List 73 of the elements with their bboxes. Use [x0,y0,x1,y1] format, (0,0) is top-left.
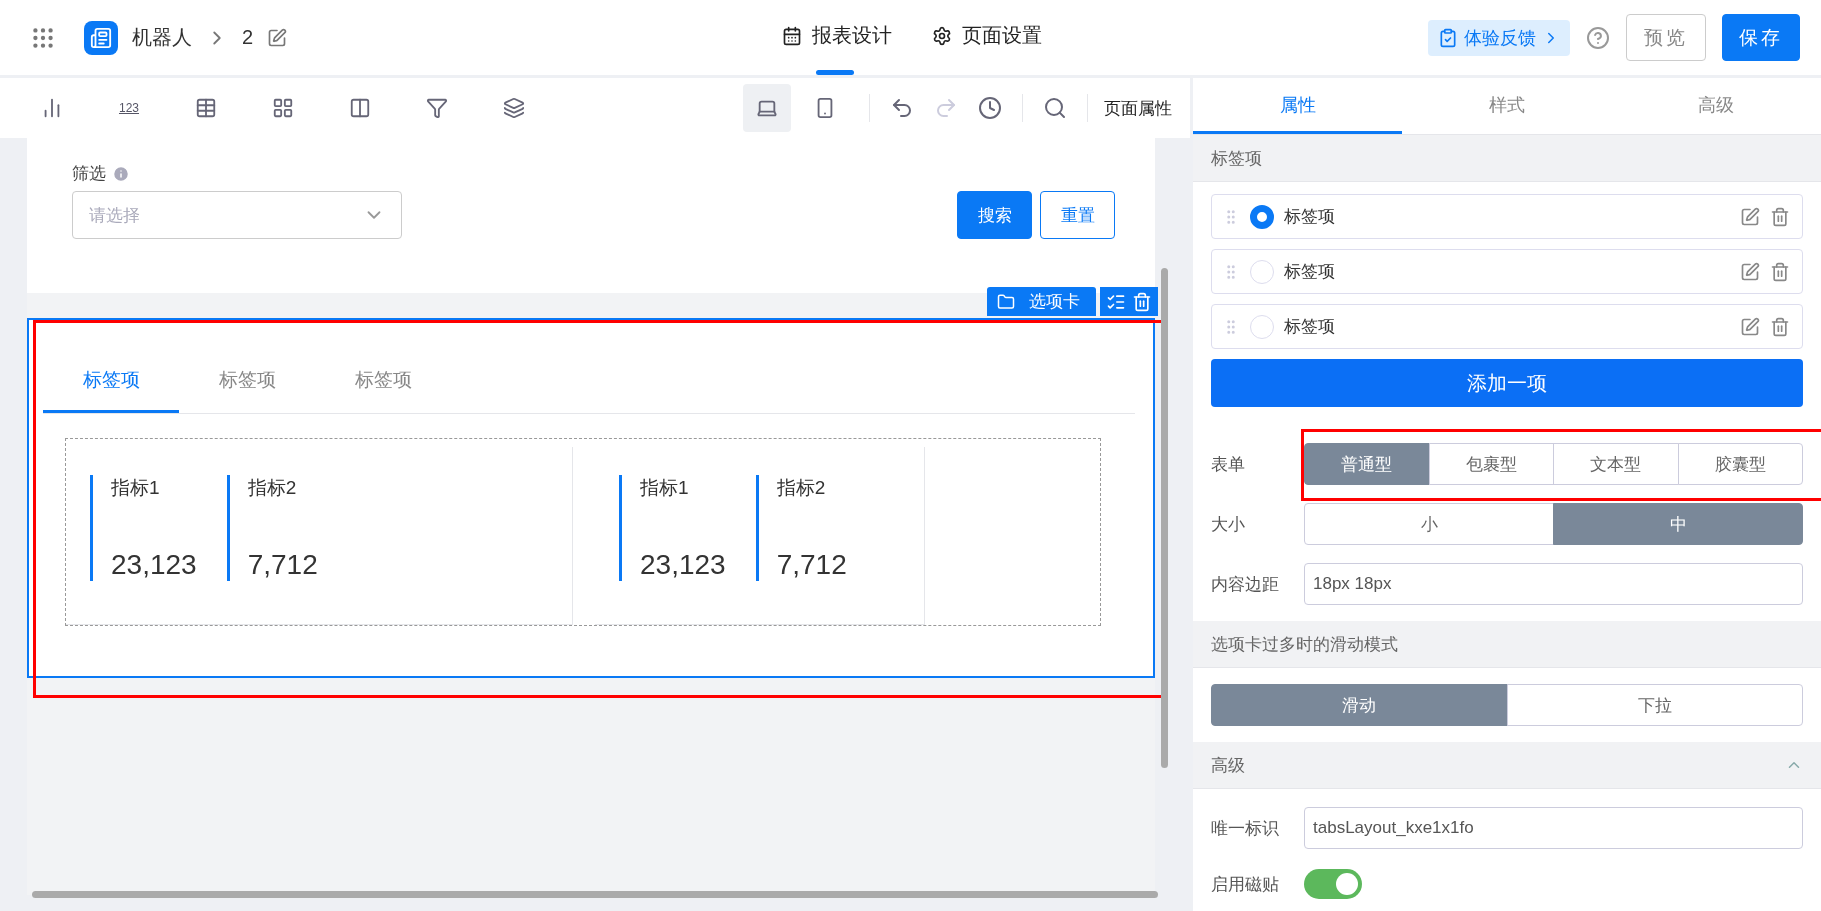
metric-value: 7,712 [247,549,318,581]
section-header: 选项卡过多时的滑动模式 [1193,621,1821,668]
laptop-icon[interactable] [743,84,791,132]
panel-tab[interactable]: 高级 [1611,78,1821,134]
segment-option[interactable]: 下拉 [1506,684,1803,726]
page-name: 2 [242,26,254,49]
calendar-icon [782,25,802,46]
vertical-scrollbar[interactable] [1161,268,1168,768]
tab[interactable]: 标签项 [315,350,451,413]
segment-option[interactable]: 滑动 [1211,684,1508,726]
edit-icon[interactable] [1740,206,1760,227]
help-icon[interactable] [1586,25,1610,50]
field-label: 内容边距 [1211,573,1280,596]
segment-option[interactable]: 中 [1553,503,1803,545]
delete-icon[interactable] [1770,206,1790,227]
panel-tab[interactable]: 样式 [1402,78,1612,134]
tab-item-row[interactable]: 标签项 [1211,249,1803,294]
metric-label: 指标1 [640,476,690,500]
tab-item-label: 标签项 [1284,206,1336,228]
metric-label: 指标2 [247,476,298,500]
text-field[interactable]: tabsLayout_kxe1x1fo [1304,807,1803,849]
section-header: 标签项 [1193,135,1821,182]
app-name[interactable]: 机器人 [132,24,192,51]
field-label: 启用磁贴 [1211,873,1280,896]
delete-icon[interactable] [1770,261,1790,282]
tab-icon [997,292,1015,311]
settings-icon [932,25,952,46]
toggle-switch[interactable] [1304,869,1362,899]
section-title: 高级 [1211,754,1245,777]
section-header[interactable]: 高级 [1193,742,1821,789]
tabs-component[interactable]: 标签项 标签项 标签项 指标1 23,123 指标2 7,712 指标1 23,123 指标2 7,712 [27,318,1155,678]
metric-label: 指标2 [776,476,827,500]
edit-icon[interactable] [1740,316,1760,337]
delete-icon[interactable] [1132,291,1152,312]
number-widget-icon[interactable]: 123 [105,84,153,132]
edit-icon[interactable] [1740,261,1760,282]
segment-option[interactable]: 小 [1304,503,1554,545]
field-label: 表单 [1211,453,1246,476]
radio-button[interactable] [1250,204,1274,229]
tab[interactable]: 标签项 [43,350,179,413]
feedback-button[interactable]: 体验反馈 [1428,19,1570,56]
tab-item-label: 标签项 [1284,316,1336,338]
field-label: 大小 [1211,513,1246,536]
reset-button[interactable]: 重置 [1040,191,1115,239]
metric-value: 23,123 [111,549,197,581]
segment-option[interactable]: 包裹型 [1428,443,1554,485]
save-button[interactable]: 保存 [1722,14,1800,61]
top-tab[interactable]: 报表设计 [782,0,892,75]
search-button[interactable]: 搜索 [957,191,1032,239]
add-item-button[interactable]: 添加一项 [1211,359,1803,407]
metric-label: 指标1 [111,476,161,500]
field-label: 唯一标识 [1211,817,1280,840]
segment-option[interactable]: 文本型 [1553,443,1679,485]
clipboard-check-icon [1438,27,1458,48]
segment-option[interactable]: 普通型 [1304,443,1430,485]
tab-item-label: 标签项 [1284,261,1336,283]
edit-icon[interactable] [267,27,288,48]
info-icon[interactable] [112,164,130,183]
delete-icon[interactable] [1770,316,1790,337]
tab-item-row[interactable]: 标签项 [1211,194,1803,239]
tab[interactable]: 标签项 [179,350,315,413]
badge-label: 选项卡 [1029,291,1080,313]
segment-option[interactable]: 胶囊型 [1677,443,1803,485]
filter-label: 筛选 [72,163,106,185]
top-tab[interactable]: 页面设置 [932,0,1042,75]
metric-value: 23,123 [640,549,726,581]
app-logo [84,20,118,55]
metric-value: 7,712 [776,549,847,581]
preview-button[interactable]: 预览 [1626,14,1706,61]
tab-item-row[interactable]: 标签项 [1211,304,1803,349]
horizontal-scrollbar[interactable] [32,891,1158,898]
text-field[interactable]: 18px 18px [1304,563,1803,605]
page-properties-button[interactable]: 页面属性 [1098,95,1178,121]
